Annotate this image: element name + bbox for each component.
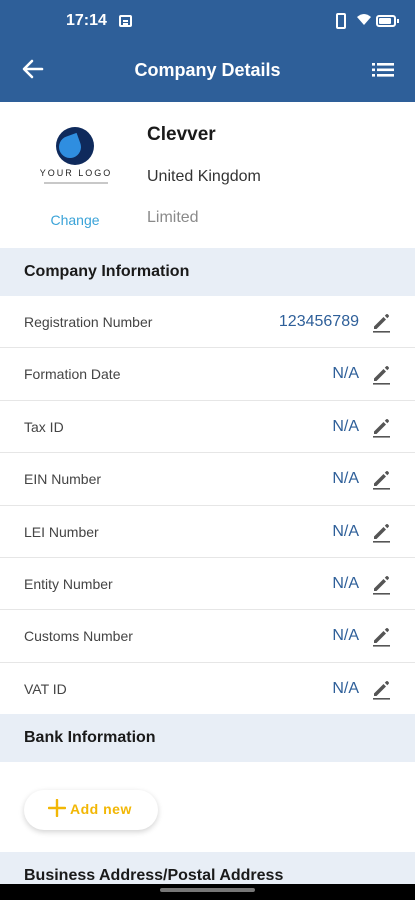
company-name: Clevver [147, 124, 216, 145]
pencil-icon[interactable] [370, 363, 392, 385]
company-logo: YOUR LOGO [34, 124, 118, 186]
section-title: Business Address/Postal Address [24, 867, 284, 884]
change-logo-link[interactable]: Change [30, 212, 120, 228]
info-row-value: N/A [332, 522, 359, 540]
info-row: Customs Number N/A [0, 610, 415, 663]
battery-level [379, 18, 391, 24]
plus-icon [48, 799, 66, 817]
info-row-value: 123456789 [278, 313, 359, 330]
pencil-icon[interactable] [370, 416, 392, 438]
pencil-icon[interactable] [370, 678, 392, 700]
info-row-value: N/A [332, 365, 359, 383]
bank-information-header: Bank Information [0, 714, 415, 762]
add-bank-label: Add new [70, 801, 132, 817]
pencil-icon[interactable] [370, 625, 392, 647]
info-row-value: N/A [332, 417, 359, 435]
info-row-value: N/A [332, 627, 359, 645]
info-row-label: Formation Date [24, 366, 121, 383]
company-information-list: Registration Number 123456789 Formation Da… [0, 296, 415, 716]
logo-mark-icon [56, 127, 94, 165]
info-row-value: N/A [332, 679, 359, 697]
info-row-label: LEI Number [24, 523, 99, 540]
list-menu-icon[interactable] [370, 58, 396, 82]
company-country: United Kingdom [147, 168, 261, 185]
info-row-label: Entity Number [24, 575, 113, 592]
info-row-label: Registration Number [24, 314, 153, 330]
battery-icon [376, 15, 399, 27]
info-row-label: Tax ID [24, 418, 64, 435]
pencil-icon[interactable] [370, 468, 392, 490]
page-title: Company Details [134, 60, 281, 80]
add-bank-button[interactable]: Add new [24, 790, 158, 830]
wifi-icon [357, 14, 371, 25]
info-row-value: N/A [332, 470, 359, 488]
logo-text: YOUR LOGO [39, 168, 113, 178]
status-bar: 17:14 [0, 0, 415, 44]
info-row-label: EIN Number [24, 471, 102, 488]
pencil-icon[interactable] [370, 573, 392, 595]
company-information-header: Company Information [0, 248, 415, 296]
logo-tagline [44, 182, 108, 184]
info-row-label: Customs Number [24, 628, 133, 645]
info-row-label: VAT ID [24, 680, 67, 697]
info-row: VAT ID N/A [0, 662, 415, 716]
vibrate-icon [336, 13, 346, 29]
section-title: Bank Information [24, 729, 156, 746]
home-gesture-handle[interactable] [160, 888, 255, 892]
app-header: 17:14 Company Details [0, 0, 415, 102]
pencil-icon[interactable] [370, 521, 392, 543]
status-time: 17:14 [66, 12, 107, 29]
info-row-value: N/A [332, 574, 359, 592]
info-row: Formation Date N/A [0, 348, 415, 401]
info-row: EIN Number N/A [0, 453, 415, 506]
pencil-icon[interactable] [370, 311, 392, 333]
info-row: Tax ID N/A [0, 400, 415, 454]
info-row: Registration Number 123456789 [0, 296, 415, 349]
info-row: LEI Number N/A [0, 505, 415, 558]
company-profile-card: YOUR LOGO Change Clevver United Kingdom … [0, 102, 415, 248]
company-type: Limited [147, 209, 199, 226]
info-row: Entity Number N/A [0, 557, 415, 611]
section-title: Company Information [24, 263, 190, 280]
message-notification-icon [119, 15, 132, 27]
bank-information-body: Add new [0, 762, 415, 852]
system-navigation-bar [0, 884, 415, 900]
